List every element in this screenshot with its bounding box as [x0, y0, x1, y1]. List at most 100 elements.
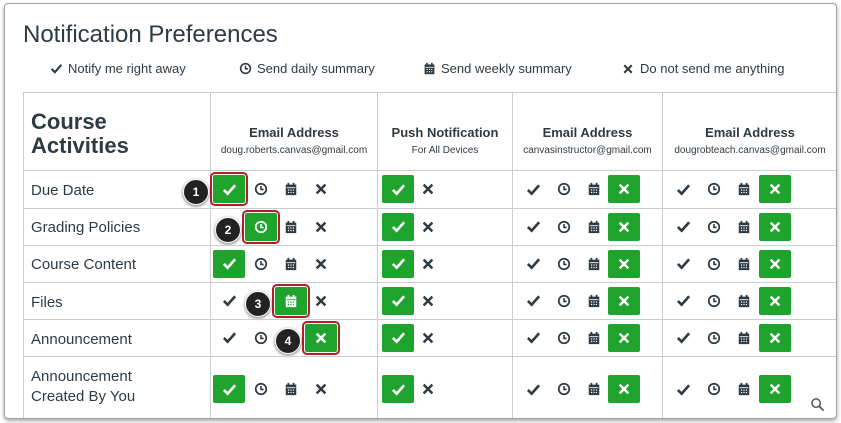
calendar-icon[interactable] — [582, 377, 606, 401]
check-icon — [222, 183, 236, 196]
check-icon[interactable] — [671, 215, 695, 239]
x-icon — [769, 332, 781, 343]
selected-check-button[interactable] — [382, 212, 414, 241]
selected-check-button[interactable] — [210, 172, 248, 206]
selected-x-button[interactable] — [759, 212, 791, 241]
check-icon[interactable] — [671, 377, 695, 401]
calendar-icon[interactable] — [732, 377, 756, 401]
clock-icon[interactable] — [552, 177, 576, 201]
x-icon[interactable] — [309, 215, 333, 239]
calendar-icon[interactable] — [582, 326, 606, 350]
selected-check-button[interactable] — [213, 375, 245, 403]
check-icon[interactable] — [671, 326, 695, 350]
selected-clock-button[interactable] — [242, 209, 280, 244]
x-icon[interactable] — [416, 215, 440, 239]
clock-icon[interactable] — [552, 377, 576, 401]
calendar-icon[interactable] — [732, 326, 756, 350]
calendar-icon[interactable] — [732, 215, 756, 239]
column-header-push: Push Notification For All Devices — [378, 125, 512, 156]
row-divider — [23, 319, 836, 320]
selected-x-button[interactable] — [302, 320, 340, 355]
magnifier-icon[interactable] — [804, 393, 830, 415]
x-icon[interactable] — [416, 252, 440, 276]
check-icon[interactable] — [521, 377, 545, 401]
clock-icon[interactable] — [702, 252, 726, 276]
check-icon[interactable] — [521, 289, 545, 313]
selected-check-button[interactable] — [382, 175, 414, 203]
clock-icon[interactable] — [702, 377, 726, 401]
selected-calendar-button[interactable] — [272, 283, 310, 318]
calendar-icon[interactable] — [279, 252, 303, 276]
calendar-icon[interactable] — [732, 177, 756, 201]
calendar-icon[interactable] — [279, 215, 303, 239]
legend-label: Send weekly summary — [441, 61, 572, 76]
selected-x-button[interactable] — [608, 249, 640, 278]
check-icon — [391, 183, 405, 196]
selected-x-button[interactable] — [759, 323, 791, 352]
x-icon[interactable] — [309, 377, 333, 401]
calendar-icon[interactable] — [582, 177, 606, 201]
clock-icon[interactable] — [552, 215, 576, 239]
column-header-subtitle: dougrobteach.canvas@gmail.com — [674, 145, 826, 156]
check-icon — [391, 332, 405, 344]
row-label: Course Content — [31, 256, 137, 273]
calendar-icon[interactable] — [732, 289, 756, 313]
selected-x-button[interactable] — [608, 375, 640, 403]
selected-check-button[interactable] — [382, 286, 414, 315]
x-icon[interactable] — [416, 326, 440, 350]
x-icon[interactable] — [309, 177, 333, 201]
calendar-icon[interactable] — [582, 289, 606, 313]
calendar-icon[interactable] — [582, 215, 606, 239]
calendar-icon[interactable] — [279, 377, 303, 401]
selected-x-button[interactable] — [759, 175, 791, 203]
x-icon[interactable] — [416, 289, 440, 313]
x-icon[interactable] — [309, 252, 333, 276]
x-icon[interactable] — [309, 289, 333, 313]
check-icon[interactable] — [217, 289, 241, 313]
calendar-icon[interactable] — [732, 252, 756, 276]
check-icon[interactable] — [521, 252, 545, 276]
selected-x-button[interactable] — [759, 375, 791, 403]
clock-icon[interactable] — [552, 326, 576, 350]
legend-daily: Send daily summary — [238, 61, 375, 76]
check-icon[interactable] — [521, 215, 545, 239]
selected-x-button[interactable] — [608, 323, 640, 352]
row-label: Due Date — [31, 182, 95, 199]
selected-check-button[interactable] — [382, 323, 414, 352]
clock-icon[interactable] — [702, 289, 726, 313]
check-icon[interactable] — [671, 177, 695, 201]
selected-check-button[interactable] — [382, 375, 414, 403]
preferences-table: Course Activities Email Address doug.rob… — [23, 92, 836, 418]
row-divider — [23, 282, 836, 283]
x-icon — [618, 332, 630, 343]
x-icon[interactable] — [416, 377, 440, 401]
check-icon[interactable] — [671, 252, 695, 276]
clock-icon[interactable] — [552, 252, 576, 276]
calendar-icon[interactable] — [582, 252, 606, 276]
clock-icon[interactable] — [249, 377, 273, 401]
clock-icon[interactable] — [249, 177, 273, 201]
calendar-icon[interactable] — [279, 177, 303, 201]
row-divider — [23, 245, 836, 246]
clock-icon[interactable] — [249, 252, 273, 276]
clock-icon[interactable] — [552, 289, 576, 313]
selected-check-button[interactable] — [213, 249, 245, 278]
x-icon — [618, 383, 630, 395]
x-icon — [769, 258, 781, 269]
selected-check-button[interactable] — [382, 249, 414, 278]
selected-x-button[interactable] — [759, 249, 791, 278]
clock-icon[interactable] — [702, 215, 726, 239]
clock-icon[interactable] — [249, 326, 273, 350]
clock-icon[interactable] — [702, 177, 726, 201]
check-icon[interactable] — [521, 177, 545, 201]
check-icon — [391, 258, 405, 270]
check-icon[interactable] — [521, 326, 545, 350]
check-icon[interactable] — [217, 326, 241, 350]
check-icon[interactable] — [671, 289, 695, 313]
selected-x-button[interactable] — [608, 212, 640, 241]
selected-x-button[interactable] — [608, 286, 640, 315]
selected-x-button[interactable] — [759, 286, 791, 315]
clock-icon[interactable] — [702, 326, 726, 350]
x-icon[interactable] — [416, 177, 440, 201]
selected-x-button[interactable] — [608, 175, 640, 203]
